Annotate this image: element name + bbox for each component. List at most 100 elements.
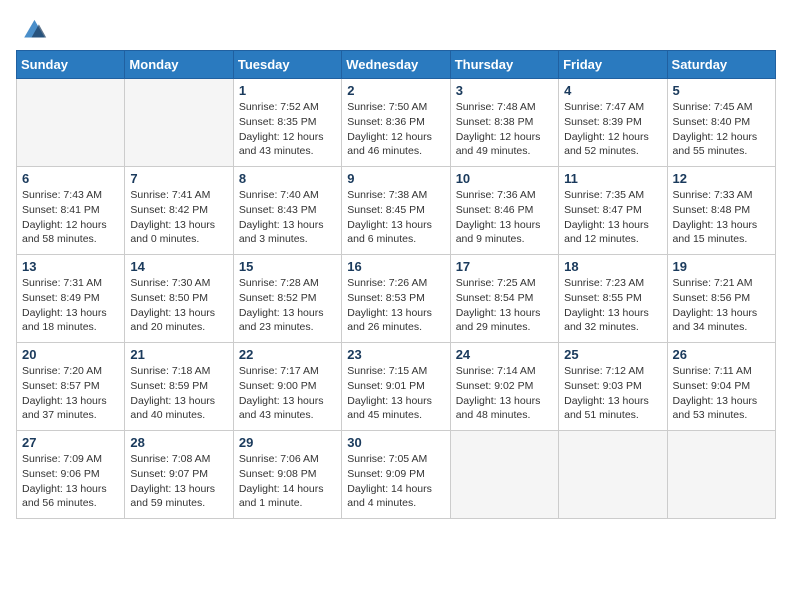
weekday-header-tuesday: Tuesday <box>233 51 341 79</box>
cell-details: Sunrise: 7:12 AMSunset: 9:03 PMDaylight:… <box>564 364 661 423</box>
day-number: 29 <box>239 435 336 450</box>
day-number: 2 <box>347 83 444 98</box>
day-number: 3 <box>456 83 553 98</box>
day-number: 19 <box>673 259 770 274</box>
cell-details: Sunrise: 7:09 AMSunset: 9:06 PMDaylight:… <box>22 452 119 511</box>
weekday-header-thursday: Thursday <box>450 51 558 79</box>
calendar-cell: 22 Sunrise: 7:17 AMSunset: 9:00 PMDayligh… <box>233 343 341 431</box>
calendar-cell: 8 Sunrise: 7:40 AMSunset: 8:43 PMDaylight… <box>233 167 341 255</box>
cell-details: Sunrise: 7:52 AMSunset: 8:35 PMDaylight:… <box>239 100 336 159</box>
cell-details: Sunrise: 7:05 AMSunset: 9:09 PMDaylight:… <box>347 452 444 511</box>
day-number: 8 <box>239 171 336 186</box>
day-number: 15 <box>239 259 336 274</box>
cell-details: Sunrise: 7:41 AMSunset: 8:42 PMDaylight:… <box>130 188 227 247</box>
cell-details: Sunrise: 7:21 AMSunset: 8:56 PMDaylight:… <box>673 276 770 335</box>
calendar-cell: 15 Sunrise: 7:28 AMSunset: 8:52 PMDayligh… <box>233 255 341 343</box>
day-number: 11 <box>564 171 661 186</box>
cell-details: Sunrise: 7:43 AMSunset: 8:41 PMDaylight:… <box>22 188 119 247</box>
day-number: 18 <box>564 259 661 274</box>
cell-details: Sunrise: 7:31 AMSunset: 8:49 PMDaylight:… <box>22 276 119 335</box>
cell-details: Sunrise: 7:35 AMSunset: 8:47 PMDaylight:… <box>564 188 661 247</box>
cell-details: Sunrise: 7:28 AMSunset: 8:52 PMDaylight:… <box>239 276 336 335</box>
week-row-1: 1Sunrise: 7:52 AMSunset: 8:35 PMDaylight… <box>17 79 776 167</box>
calendar-cell: 9 Sunrise: 7:38 AMSunset: 8:45 PMDaylight… <box>342 167 450 255</box>
calendar-cell: 10 Sunrise: 7:36 AMSunset: 8:46 PMDayligh… <box>450 167 558 255</box>
weekday-header-row: SundayMondayTuesdayWednesdayThursdayFrid… <box>17 51 776 79</box>
day-number: 23 <box>347 347 444 362</box>
calendar-cell: 23 Sunrise: 7:15 AMSunset: 9:01 PMDayligh… <box>342 343 450 431</box>
logo <box>16 16 48 40</box>
cell-details: Sunrise: 7:48 AMSunset: 8:38 PMDaylight:… <box>456 100 553 159</box>
calendar-cell: 5 Sunrise: 7:45 AMSunset: 8:40 PMDaylight… <box>667 79 775 167</box>
day-number: 28 <box>130 435 227 450</box>
calendar-header: SundayMondayTuesdayWednesdayThursdayFrid… <box>17 51 776 79</box>
calendar-cell: 21Sunrise: 7:18 AMSunset: 8:59 PMDayligh… <box>125 343 233 431</box>
day-number: 10 <box>456 171 553 186</box>
calendar-cell: 26 Sunrise: 7:11 AMSunset: 9:04 PMDayligh… <box>667 343 775 431</box>
cell-details: Sunrise: 7:40 AMSunset: 8:43 PMDaylight:… <box>239 188 336 247</box>
day-number: 6 <box>22 171 119 186</box>
day-number: 21 <box>130 347 227 362</box>
day-number: 26 <box>673 347 770 362</box>
calendar-cell: 11 Sunrise: 7:35 AMSunset: 8:47 PMDayligh… <box>559 167 667 255</box>
calendar-cell: 1Sunrise: 7:52 AMSunset: 8:35 PMDaylight… <box>233 79 341 167</box>
week-row-4: 20 Sunrise: 7:20 AMSunset: 8:57 PMDayligh… <box>17 343 776 431</box>
weekday-header-monday: Monday <box>125 51 233 79</box>
cell-details: Sunrise: 7:38 AMSunset: 8:45 PMDaylight:… <box>347 188 444 247</box>
calendar-cell: 30 Sunrise: 7:05 AMSunset: 9:09 PMDayligh… <box>342 431 450 519</box>
calendar-cell: 3 Sunrise: 7:48 AMSunset: 8:38 PMDaylight… <box>450 79 558 167</box>
calendar-cell: 17 Sunrise: 7:25 AMSunset: 8:54 PMDayligh… <box>450 255 558 343</box>
calendar-table: SundayMondayTuesdayWednesdayThursdayFrid… <box>16 50 776 519</box>
day-number: 14 <box>130 259 227 274</box>
day-number: 16 <box>347 259 444 274</box>
calendar-cell <box>450 431 558 519</box>
logo-icon <box>18 17 48 39</box>
calendar-cell: 18 Sunrise: 7:23 AMSunset: 8:55 PMDayligh… <box>559 255 667 343</box>
calendar-cell <box>17 79 125 167</box>
calendar-cell: 4Sunrise: 7:47 AMSunset: 8:39 PMDaylight… <box>559 79 667 167</box>
day-number: 5 <box>673 83 770 98</box>
day-number: 20 <box>22 347 119 362</box>
weekday-header-saturday: Saturday <box>667 51 775 79</box>
cell-details: Sunrise: 7:11 AMSunset: 9:04 PMDaylight:… <box>673 364 770 423</box>
day-number: 30 <box>347 435 444 450</box>
day-number: 12 <box>673 171 770 186</box>
weekday-header-sunday: Sunday <box>17 51 125 79</box>
calendar-cell: 12 Sunrise: 7:33 AMSunset: 8:48 PMDayligh… <box>667 167 775 255</box>
cell-details: Sunrise: 7:06 AMSunset: 9:08 PMDaylight:… <box>239 452 336 511</box>
week-row-3: 13 Sunrise: 7:31 AMSunset: 8:49 PMDayligh… <box>17 255 776 343</box>
cell-details: Sunrise: 7:20 AMSunset: 8:57 PMDaylight:… <box>22 364 119 423</box>
day-number: 25 <box>564 347 661 362</box>
cell-details: Sunrise: 7:15 AMSunset: 9:01 PMDaylight:… <box>347 364 444 423</box>
calendar-cell: 29 Sunrise: 7:06 AMSunset: 9:08 PMDayligh… <box>233 431 341 519</box>
calendar-cell: 24 Sunrise: 7:14 AMSunset: 9:02 PMDayligh… <box>450 343 558 431</box>
day-number: 9 <box>347 171 444 186</box>
calendar-cell: 2 Sunrise: 7:50 AMSunset: 8:36 PMDaylight… <box>342 79 450 167</box>
calendar-body: 1Sunrise: 7:52 AMSunset: 8:35 PMDaylight… <box>17 79 776 519</box>
weekday-header-friday: Friday <box>559 51 667 79</box>
week-row-5: 27 Sunrise: 7:09 AMSunset: 9:06 PMDayligh… <box>17 431 776 519</box>
calendar-cell: 6 Sunrise: 7:43 AMSunset: 8:41 PMDaylight… <box>17 167 125 255</box>
cell-details: Sunrise: 7:30 AMSunset: 8:50 PMDaylight:… <box>130 276 227 335</box>
calendar-cell: 19 Sunrise: 7:21 AMSunset: 8:56 PMDayligh… <box>667 255 775 343</box>
day-number: 13 <box>22 259 119 274</box>
cell-details: Sunrise: 7:17 AMSunset: 9:00 PMDaylight:… <box>239 364 336 423</box>
cell-details: Sunrise: 7:33 AMSunset: 8:48 PMDaylight:… <box>673 188 770 247</box>
cell-details: Sunrise: 7:36 AMSunset: 8:46 PMDaylight:… <box>456 188 553 247</box>
cell-details: Sunrise: 7:45 AMSunset: 8:40 PMDaylight:… <box>673 100 770 159</box>
calendar-cell: 27 Sunrise: 7:09 AMSunset: 9:06 PMDayligh… <box>17 431 125 519</box>
week-row-2: 6 Sunrise: 7:43 AMSunset: 8:41 PMDaylight… <box>17 167 776 255</box>
cell-details: Sunrise: 7:08 AMSunset: 9:07 PMDaylight:… <box>130 452 227 511</box>
cell-details: Sunrise: 7:14 AMSunset: 9:02 PMDaylight:… <box>456 364 553 423</box>
calendar-cell <box>667 431 775 519</box>
day-number: 27 <box>22 435 119 450</box>
calendar-cell: 28 Sunrise: 7:08 AMSunset: 9:07 PMDayligh… <box>125 431 233 519</box>
calendar-cell <box>559 431 667 519</box>
day-number: 24 <box>456 347 553 362</box>
day-number: 22 <box>239 347 336 362</box>
day-number: 17 <box>456 259 553 274</box>
cell-details: Sunrise: 7:50 AMSunset: 8:36 PMDaylight:… <box>347 100 444 159</box>
cell-details: Sunrise: 7:23 AMSunset: 8:55 PMDaylight:… <box>564 276 661 335</box>
cell-details: Sunrise: 7:25 AMSunset: 8:54 PMDaylight:… <box>456 276 553 335</box>
day-number: 4 <box>564 83 661 98</box>
